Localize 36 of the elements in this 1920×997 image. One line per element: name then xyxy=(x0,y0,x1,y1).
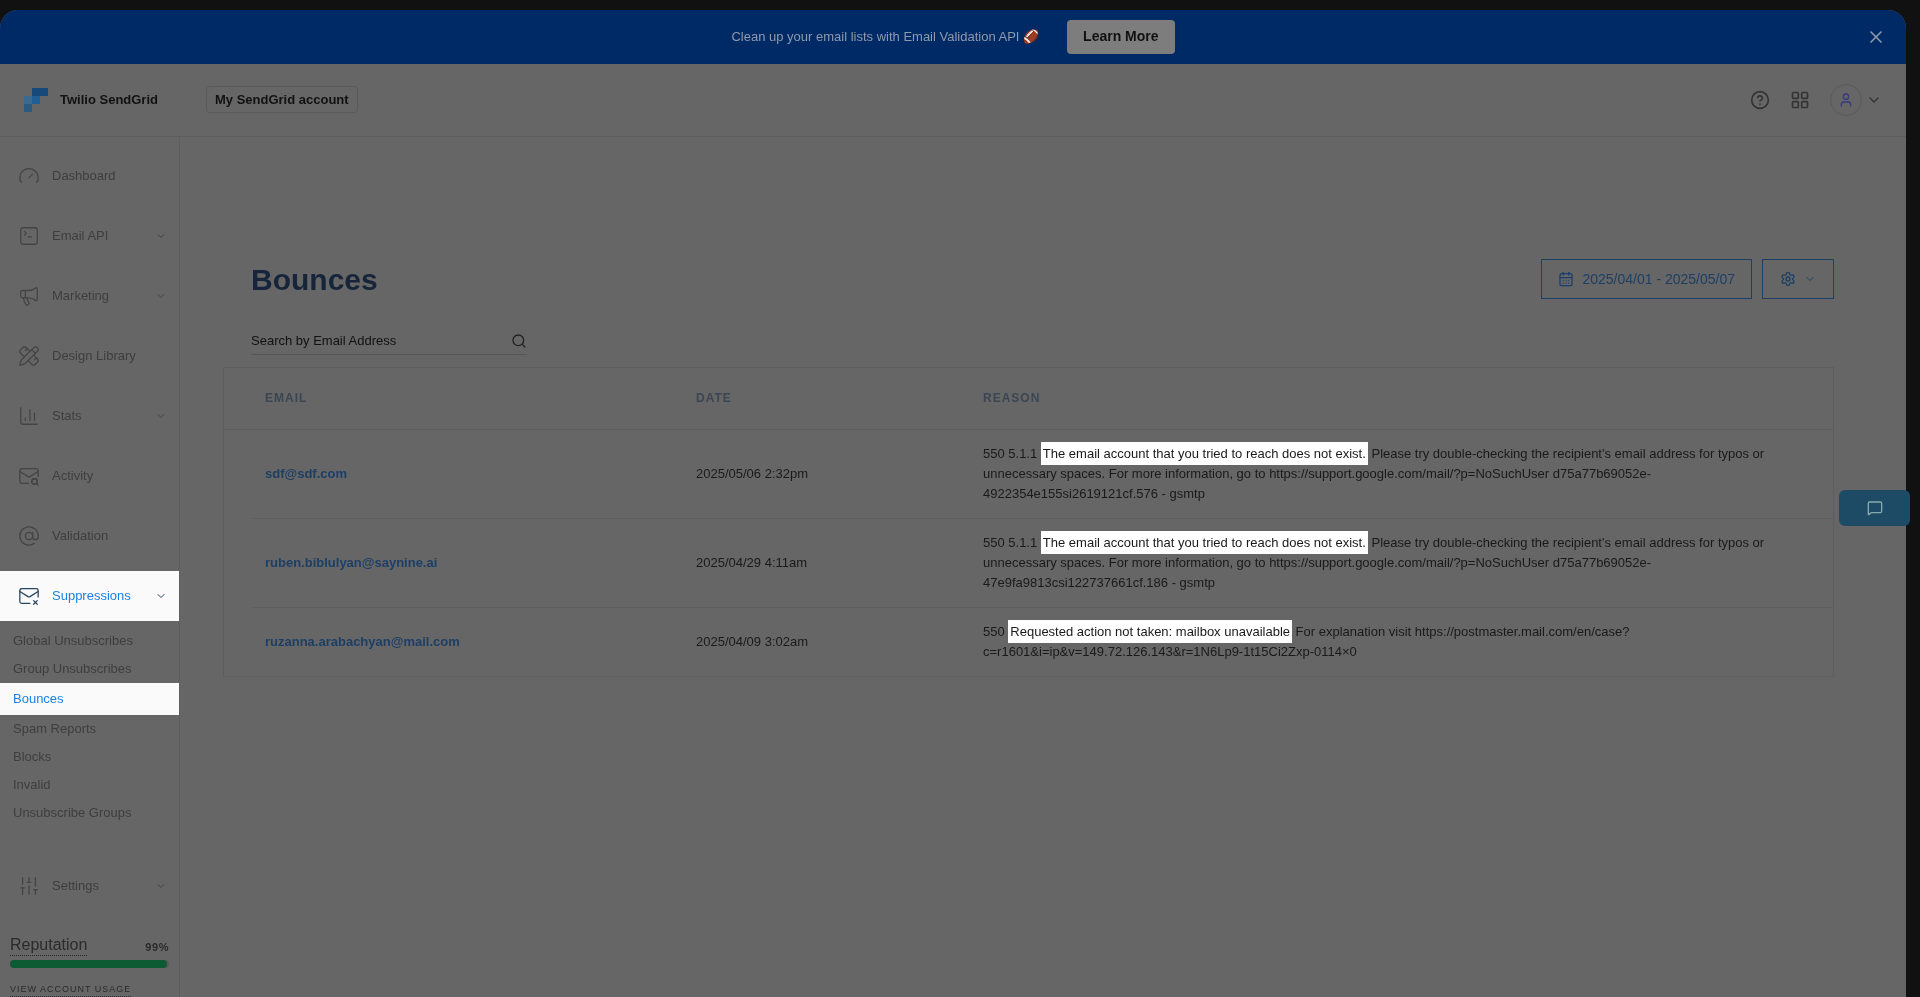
sidebar-item[interactable]: Suppressions xyxy=(0,570,179,621)
sliders-icon xyxy=(18,874,40,897)
megaphone-icon xyxy=(18,284,40,307)
terminal-icon xyxy=(18,224,40,247)
view-usage-link[interactable]: VIEW ACCOUNT USAGE xyxy=(10,982,132,997)
pencil-ruler-icon xyxy=(18,344,40,367)
feedback-button[interactable] xyxy=(1839,490,1910,526)
bounce-reason: 550 5.1.1 The email account that you tried to reach does not exist. Please try double-checking the recipient's email address for typos or unnecessary spaces. For more information, go to https://support.google.com/mail/?p=NoSuchUser d75a77b69052e-47e9fa9813csi122737661cf.186 - gsmtp xyxy=(983,532,1833,593)
brand-name: Twilio SendGrid xyxy=(60,90,158,109)
email-link[interactable]: ruben.biblulyan@saynine.ai xyxy=(265,552,696,573)
table-cell-text: 2025/04/09 3:02am xyxy=(696,632,810,651)
bounce-reason: 550 5.1.1 The email account that you tried to reach does not exist. Please try double-checking the recipient's email address for typos or unnecessary spaces. For more information, go to https://support.google.com/mail/?p=NoSuchUser d75a77b69052e-4922354e155si2619121cf.576 - gsmtp xyxy=(983,443,1833,504)
bounce-reason: 550 Requested action not taken: mailbox unavailable For explanation visit https://postmaster.mail.com/en/case?c=r1601&i=ip&v=149.72.126.143&r=1N6Lp9-1t15Ci2Zxp-0114×0 xyxy=(983,621,1833,662)
table-cell-text: 2025/04/29 4:11am xyxy=(696,553,809,572)
email-link[interactable]: sdf@sdf.com xyxy=(265,463,696,484)
learn-more-button[interactable]: Learn More xyxy=(1067,19,1175,54)
search-field[interactable]: Search by Email Address xyxy=(251,327,511,354)
date-range-button[interactable]: 2025/04/01 - 2025/05/07 xyxy=(1541,259,1752,299)
page-title: Bounces xyxy=(251,261,379,298)
chat-icon xyxy=(1866,500,1883,516)
table-cell-text: 2025/05/06 2:32pm xyxy=(696,464,810,483)
account-button[interactable]: My SendGrid account xyxy=(206,85,358,114)
settings-icon xyxy=(1780,271,1796,287)
calendar-icon xyxy=(1558,271,1575,287)
reputation-label: Reputation xyxy=(10,934,88,956)
apps-grid-icon[interactable] xyxy=(1790,89,1810,110)
email-link[interactable]: ruzanna.arabachyan@mail.com xyxy=(265,631,696,652)
search-icon xyxy=(511,332,527,349)
sidebar-subitem[interactable]: Bounces xyxy=(0,682,179,715)
settings-button[interactable] xyxy=(1762,259,1834,299)
banner-text: Clean up your email lists with Email Validation API 🏈 xyxy=(731,28,1040,46)
bar-chart-icon xyxy=(18,404,40,427)
reputation-value: 99% xyxy=(145,940,169,955)
at-sign-icon xyxy=(18,524,40,547)
sendgrid-logo-icon xyxy=(24,87,48,112)
help-icon[interactable] xyxy=(1750,89,1770,110)
